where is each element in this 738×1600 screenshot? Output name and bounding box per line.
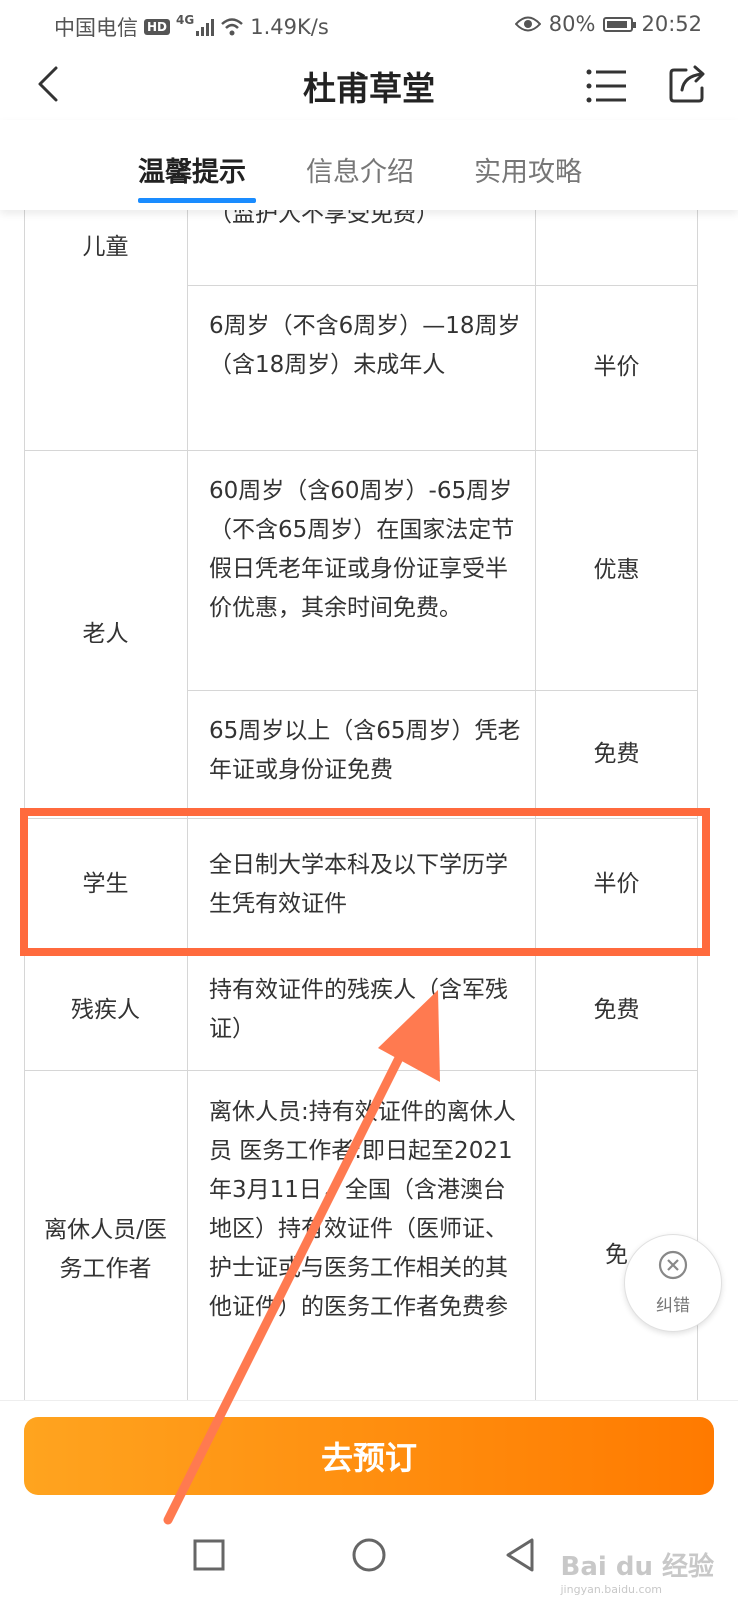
category-elderly: 老人	[82, 620, 129, 647]
close-circle-icon	[658, 1250, 688, 1280]
recents-square-icon[interactable]	[186, 1532, 232, 1578]
carrier-label: 中国电信	[54, 16, 138, 40]
booking-bar: 去预订	[0, 1400, 738, 1511]
watermark-brand: Bai du 经验	[560, 1552, 715, 1582]
back-triangle-icon[interactable]	[498, 1532, 544, 1578]
hd-icon: HD	[144, 19, 171, 35]
list-menu-icon[interactable]	[586, 66, 628, 106]
description-elderly-2: 65周岁以上（含65周岁）凭老年证或身份证免费	[209, 718, 521, 783]
home-circle-icon[interactable]	[346, 1532, 392, 1578]
signal-icon	[196, 18, 215, 36]
category-children: 儿童	[82, 234, 129, 260]
network-label: 4G	[176, 13, 195, 27]
app-header: 杜甫草堂	[0, 50, 738, 120]
status-right: 80% 20:52	[514, 12, 702, 36]
battery-percent: 80%	[548, 12, 596, 36]
status-bar: 中国电信 HD 4G 1.49K/s 80% 20:52	[0, 0, 738, 50]
tab-bar: 温馨提示 信息介绍 实用攻略	[0, 120, 738, 210]
speed-label: 1.49K/s	[250, 15, 329, 39]
clock: 20:52	[641, 12, 702, 36]
price-elderly-1: 优惠	[593, 556, 640, 583]
correction-label: 纠错	[656, 1296, 690, 1316]
highlight-box	[20, 808, 710, 956]
description-children-1: （监护人不享受免费）	[209, 210, 439, 227]
tab-tips[interactable]: 温馨提示	[138, 150, 246, 189]
wifi-icon	[221, 18, 244, 36]
book-button[interactable]: 去预订	[24, 1417, 714, 1495]
description-children-2: 6周岁（不含6周岁）—18周岁（含18周岁）未成年人	[209, 313, 521, 378]
price-children-2: 半价	[593, 354, 640, 380]
content-scroll-area[interactable]: 儿童 （监护人不享受免费） 6周岁（不含6周岁）—18周岁（含18周岁）未成年人…	[0, 210, 738, 1400]
tab-active-indicator	[138, 198, 256, 203]
eye-icon	[514, 16, 541, 32]
description-elderly-1: 60周岁（含60周岁）-65周岁（不含65周岁）在国家法定节假日凭老年证或身份证…	[209, 478, 515, 621]
description-disabled: 持有效证件的残疾人（含军残证）	[209, 977, 508, 1042]
price-disabled: 免费	[593, 996, 640, 1023]
battery-icon	[603, 16, 637, 32]
status-left: 中国电信 HD 4G 1.49K/s	[54, 12, 329, 42]
share-icon[interactable]	[668, 64, 708, 104]
description-retirees-medical: 离休人员:持有效证件的离休人员 医务工作者:即日起至2021年3月11日，全国（…	[209, 1099, 516, 1320]
watermark-url: jingyan.baidu.com	[560, 1583, 663, 1596]
baidu-watermark: Bai du 经验 jingyan.baidu.com	[561, 1546, 715, 1596]
table-row-line	[24, 1070, 698, 1071]
category-disabled: 残疾人	[71, 996, 140, 1023]
price-elderly-2: 免费	[593, 740, 640, 767]
tab-info[interactable]: 信息介绍	[306, 150, 414, 189]
tab-guide[interactable]: 实用攻略	[474, 150, 582, 189]
correction-button[interactable]: 纠错	[624, 1234, 722, 1332]
category-retirees-medical: 离休人员/医务工作者	[44, 1217, 167, 1282]
